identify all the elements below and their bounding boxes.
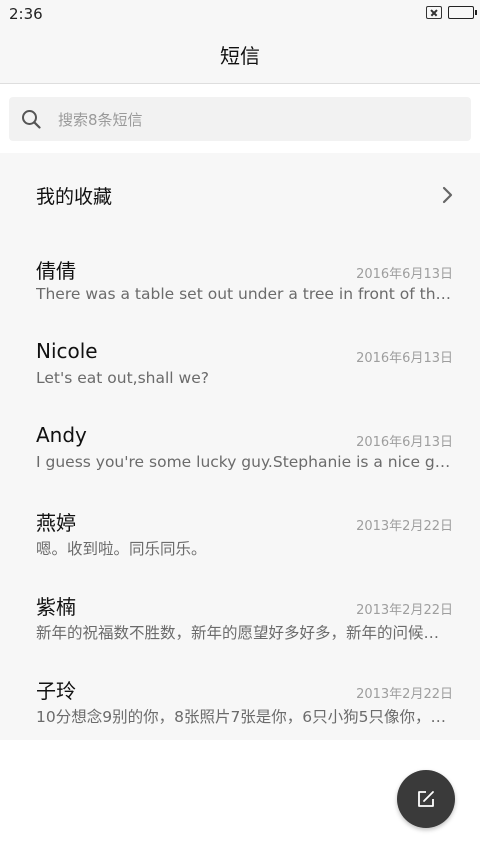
compose-icon [418, 791, 434, 807]
conversation-date: 2016年6月13日 [356, 267, 453, 282]
status-icons [426, 6, 477, 19]
conversation-name: Andy [36, 423, 87, 447]
search-input[interactable]: 搜索8条短信 [9, 97, 471, 141]
status-time: 2:36 [9, 5, 43, 23]
conversation-name: Nicole [36, 339, 98, 363]
conversation-preview: 嗯。收到啦。同乐同乐。 [36, 540, 207, 558]
conversation-date: 2013年2月22日 [356, 519, 453, 534]
conversation-row[interactable]: Andy 2016年6月13日 I guess you're some luck… [0, 405, 480, 489]
conversation-list: 我的收藏 倩倩 2016年6月13日 There was a table set… [0, 153, 480, 740]
conversation-name: 子玲 [36, 679, 76, 703]
conversation-preview: 10分想念9别的你，8张照片7张是你，6只小狗5只像你，4季 [36, 708, 452, 726]
conversation-name: 燕婷 [36, 511, 76, 535]
conversation-row[interactable]: 子玲 2013年2月22日 10分想念9别的你，8张照片7张是你，6只小狗5只像… [0, 657, 480, 741]
conversation-date: 2016年6月13日 [356, 351, 453, 366]
battery-charging-icon [448, 6, 477, 19]
title-bar: 短信 [0, 28, 480, 84]
conversation-row[interactable]: 倩倩 2016年6月13日 There was a table set out … [0, 237, 480, 321]
page-title: 短信 [220, 44, 260, 68]
conversation-date: 2013年2月22日 [356, 603, 453, 618]
chevron-right-icon [442, 186, 453, 204]
conversation-preview: 新年的祝福数不胜数，新年的愿望好多好多，新年的问候送给你 [36, 624, 452, 642]
sim-disabled-icon [426, 6, 442, 19]
search-icon [22, 110, 41, 129]
conversation-name: 紫楠 [36, 595, 76, 619]
search-placeholder: 搜索8条短信 [58, 111, 143, 129]
conversation-row[interactable]: Nicole 2016年6月13日 Let's eat out,shall we… [0, 321, 480, 405]
conversation-name: 倩倩 [36, 259, 76, 283]
conversation-preview: I guess you're some lucky guy.Stephanie … [36, 453, 452, 471]
conversation-preview: There was a table set out under a tree i… [36, 285, 452, 303]
conversation-row[interactable]: 紫楠 2013年2月22日 新年的祝福数不胜数，新年的愿望好多好多，新年的问候送… [0, 573, 480, 657]
status-bar: 2:36 [0, 0, 480, 28]
conversation-row[interactable]: 燕婷 2013年2月22日 嗯。收到啦。同乐同乐。 [0, 489, 480, 573]
favorites-row[interactable]: 我的收藏 [0, 153, 480, 237]
favorites-label: 我的收藏 [36, 186, 113, 208]
conversation-date: 2013年2月22日 [356, 687, 453, 702]
compose-button[interactable] [397, 770, 455, 828]
search-area: 搜索8条短信 [0, 84, 480, 154]
conversation-preview: Let's eat out,shall we? [36, 369, 209, 387]
conversation-date: 2016年6月13日 [356, 435, 453, 450]
